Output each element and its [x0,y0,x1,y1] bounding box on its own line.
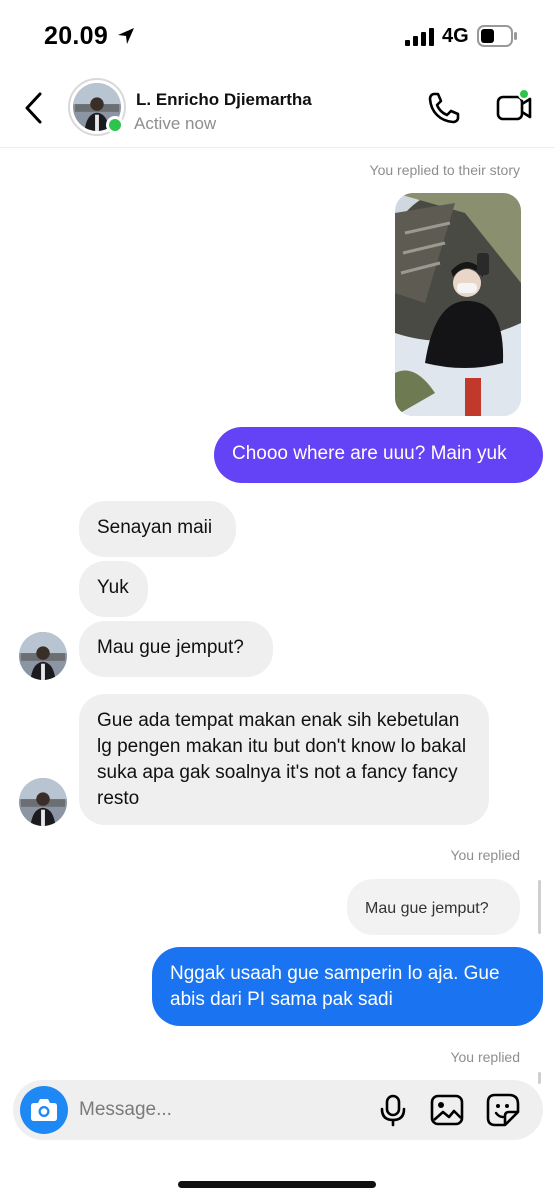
received-message[interactable]: Yuk [79,561,148,617]
reply-quote-bar [538,1072,541,1084]
message-composer [13,1080,543,1140]
battery-icon [477,25,517,47]
received-message[interactable]: Mau gue jemput? [79,621,273,677]
sender-avatar[interactable] [19,778,67,826]
received-message[interactable]: Gue ada tempat makan enak sih kebetulan … [79,694,489,825]
story-image [395,193,521,416]
video-active-dot [518,88,530,100]
contact-name[interactable]: L. Enricho Djiemartha [136,90,312,110]
microphone-icon[interactable] [375,1092,411,1128]
story-reply-note: You replied to their story [369,162,520,178]
back-chevron-icon[interactable] [18,88,54,128]
sent-message[interactable]: Nggak usaah gue samperin lo aja. Gue abi… [152,947,543,1026]
network-type: 4G [442,25,469,47]
home-indicator[interactable] [178,1181,376,1188]
camera-icon [31,1099,57,1121]
reply-note: You replied [450,1049,520,1065]
quoted-message[interactable]: Mau gue jemput? [347,879,520,935]
camera-button[interactable] [20,1086,68,1134]
sent-message[interactable]: Chooo where are uuu? Main yuk [214,427,543,483]
contact-active-status: Active now [134,114,217,133]
reply-quote-bar [538,880,541,934]
image-icon[interactable] [429,1092,465,1128]
reply-note: You replied [450,847,520,863]
message-input[interactable] [79,1094,359,1126]
sender-avatar[interactable] [19,632,67,680]
status-time: 20.09 [44,22,109,50]
phone-icon[interactable] [424,88,462,128]
online-indicator [106,116,124,134]
chat-header: L. Enricho Djiemartha Active now [0,72,554,148]
sticker-icon[interactable] [485,1092,521,1128]
cellular-signal-icon [405,28,434,46]
received-message[interactable]: Senayan maii [79,501,236,557]
story-thumbnail[interactable] [395,193,521,416]
status-bar: 20.09 4G [0,0,554,72]
location-arrow-icon [118,28,134,44]
